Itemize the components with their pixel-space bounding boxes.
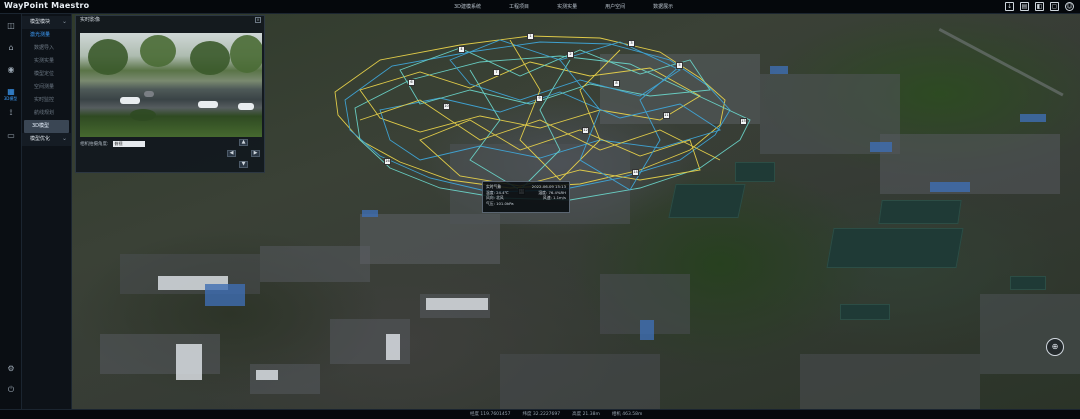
arrow-down-icon[interactable]: ▼ [239,161,248,168]
camera-angle-control: 相机拍摄角度: 俯视 [80,141,145,147]
layers-icon[interactable]: ◫ [0,14,22,36]
status-height: 高度 21.38m [572,412,600,417]
export-icon[interactable]: ▤ [1020,2,1029,11]
waypoint-marker[interactable]: 12 [582,127,589,134]
status-camera: 相机 463.58m [611,412,643,417]
waypoint-marker[interactable]: 11 [663,112,670,119]
module-menu: 模型模块 激光测量 数据导入 实测实量 模型定位 空间测量 实时监控 航线规划 … [22,14,72,409]
waypoint-marker[interactable]: 2 [567,51,574,58]
menu-item[interactable]: 激光测量 [22,29,71,42]
download-icon[interactable]: ↓ [1005,2,1014,11]
home-icon[interactable]: ⌂ [0,36,22,58]
menu-item[interactable]: 数据导入 [22,42,71,55]
close-icon[interactable]: × [255,17,261,23]
waypoint-marker[interactable]: 4 [458,46,465,53]
nav-item[interactable]: 工程项目 [495,0,543,14]
nav-item[interactable]: 3D建模系统 [440,0,495,14]
document-icon[interactable]: ▭ [0,124,22,146]
camera-angle-label: 相机拍摄角度: [80,142,109,147]
status-longitude: 经度 119.7601457 [470,412,511,417]
waypoint-marker[interactable]: 15 [740,118,747,125]
waypoint-marker[interactable]: 1 [527,33,534,40]
menu-item[interactable]: 空间测量 [22,81,71,94]
menu-item[interactable]: 实时监控 [22,94,71,107]
live-video-panel: 实时影像 × 相机拍摄角度: 俯视 ▲ ◀ ▶ ▼ [75,15,265,173]
menu-item[interactable]: 航线规划 [22,107,71,120]
waypoint-marker[interactable]: 9 [536,95,543,102]
live-video-feed[interactable] [80,33,262,137]
waypoint-marker[interactable]: 16 [384,158,391,165]
nav-item[interactable]: 实测实量 [543,0,591,14]
nav-item[interactable]: 数据展示 [639,0,687,14]
window-icon[interactable]: ▢ [1050,2,1059,11]
menu-item[interactable]: 模型定位 [22,68,71,81]
menu-group-optimize[interactable]: 模型优化 [22,132,71,146]
popup-label: 气压: 101.0kPa [486,200,514,206]
waypoint-marker[interactable]: 7 [493,69,500,76]
status-bar: 经度 119.7601457 纬度 32.2227697 高度 21.38m 相… [0,409,1080,419]
menu-item[interactable]: 实测实量 [22,55,71,68]
app-window: 1 2 3 4 5 6 7 8 9 10 11 12 13 14 15 16 实… [0,0,1080,419]
waypoint-marker[interactable]: 14 [632,169,639,176]
arrow-up-icon[interactable]: ▲ [239,139,248,146]
weather-info-popup: 实时气象 2022-06-09 15:13 温度: 24.4℃ 湿度: 76.4%R… [482,181,570,213]
eye-icon[interactable]: ◉ [0,58,22,80]
arrow-left-icon[interactable]: ◀ [227,150,236,157]
waypoint-marker[interactable]: 6 [408,79,415,86]
logout-icon[interactable]: ⏻ [0,379,22,401]
left-icon-rail: ◫ ⌂ ◉ ▦ 3D模型 ⟟ ▭ ⚙ ⏻ [0,14,22,409]
top-navigation: 3D建模系统 工程项目 实测实量 用户空间 数据展示 [440,0,687,14]
waypoint-marker[interactable]: 3 [628,40,635,47]
route-icon[interactable]: ⟟ [0,102,22,124]
waypoint-marker[interactable]: 10 [443,103,450,110]
settings-icon[interactable]: ⚙ [0,357,22,379]
app-title: WayPoint Maestro [4,1,90,10]
top-icon-group: ↓ ▤ ◧ ▢ ☺ [1005,2,1074,11]
menu-group-model[interactable]: 模型模块 [22,15,71,29]
user-icon[interactable]: ☺ [1065,2,1074,11]
arrow-right-icon[interactable]: ▶ [251,150,260,157]
layers-icon[interactable]: ◧ [1035,2,1044,11]
panel-title: 实时影像 [80,17,101,23]
waypoint-marker[interactable]: 5 [676,62,683,69]
status-latitude: 纬度 32.2227697 [522,412,561,417]
popup-value: 风速: 1.1m/s [542,195,566,201]
nav-item[interactable]: 用户空间 [591,0,639,14]
waypoint-marker[interactable]: 8 [613,80,620,87]
compass-navigation-control[interactable]: ⊕ [1046,338,1064,356]
camera-angle-select[interactable]: 俯视 [112,141,145,147]
top-bar: WayPoint Maestro 3D建模系统 工程项目 实测实量 用户空间 数… [0,0,1080,14]
